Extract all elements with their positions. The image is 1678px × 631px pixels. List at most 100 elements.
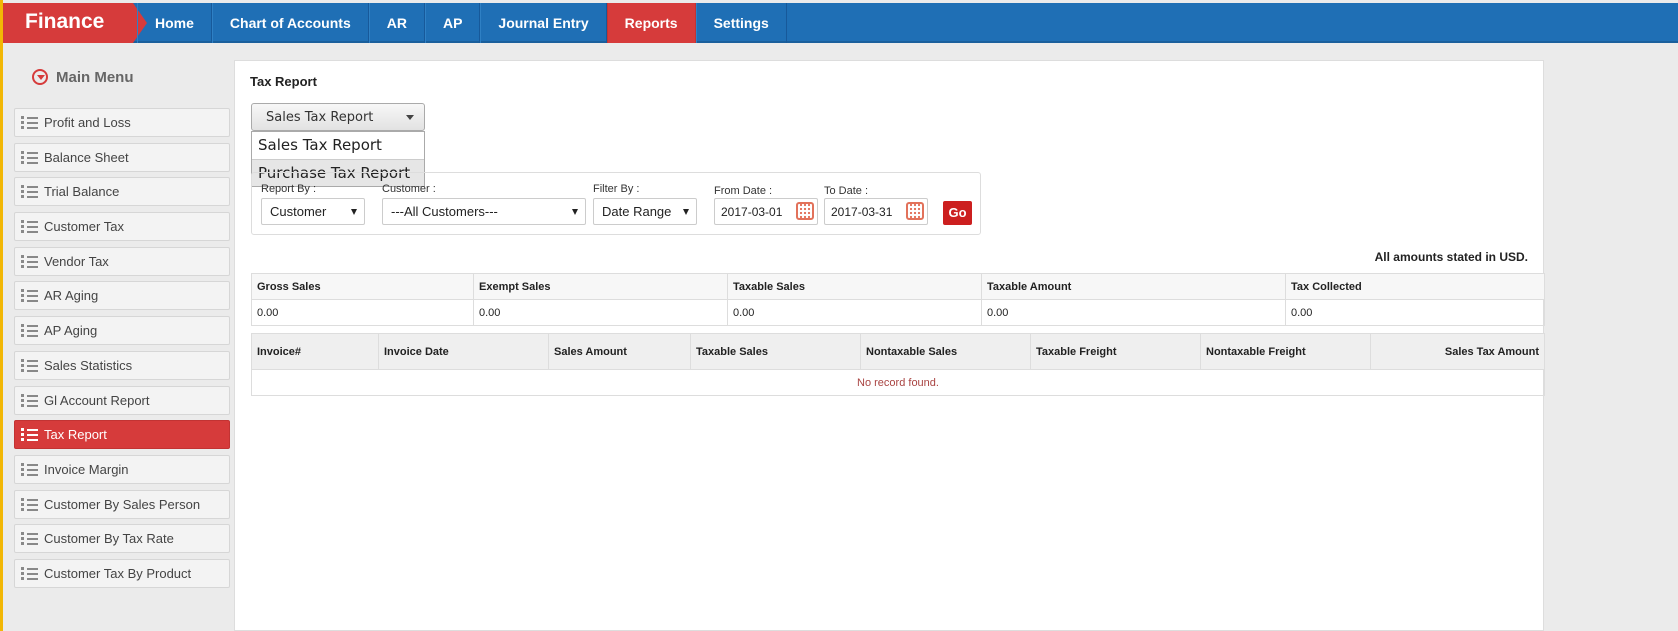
to-date-input[interactable]: 2017-03-31 — [824, 198, 928, 225]
filter-by-label: Filter By : — [593, 183, 640, 195]
nav-ar[interactable]: AR — [368, 3, 425, 43]
summary-value-gross-sales: 0.00 — [251, 299, 474, 326]
from-date-value: 2017-03-01 — [721, 205, 783, 219]
sidebar-item-label: Tax Report — [44, 427, 107, 443]
sidebar-item-label: Customer Tax By Product — [44, 565, 192, 581]
col-sales-tax-amount[interactable]: Sales Tax Amount — [1370, 333, 1545, 370]
sidebar-items: Profit and Loss Balance Sheet Trial Bala… — [14, 108, 230, 588]
sidebar-item-label: Customer Tax — [44, 219, 124, 235]
sidebar-item-ap-aging[interactable]: AP Aging — [14, 316, 230, 346]
col-invoice-number[interactable]: Invoice# — [251, 333, 379, 370]
summary-header-row: Gross Sales Exempt Sales Taxable Sales T… — [251, 273, 1545, 300]
col-invoice-date[interactable]: Invoice Date — [378, 333, 549, 370]
sidebar-item-label: Sales Statistics — [44, 357, 133, 373]
top-navbar: Finance Home Chart of Accounts AR AP Jou… — [3, 3, 1678, 43]
list-icon — [21, 324, 38, 338]
nav-chart-of-accounts[interactable]: Chart of Accounts — [211, 3, 369, 43]
invoice-header-row: Invoice# Invoice Date Sales Amount Taxab… — [251, 333, 1545, 370]
to-date-value: 2017-03-31 — [831, 205, 893, 219]
nav-reports[interactable]: Reports — [606, 3, 696, 43]
currency-note: All amounts stated in USD. — [1374, 250, 1528, 264]
list-icon — [21, 428, 38, 442]
sidebar-item-label: Profit and Loss — [44, 115, 131, 130]
main-nav: Home Chart of Accounts AR AP Journal Ent… — [137, 3, 787, 43]
list-icon — [21, 393, 38, 407]
list-icon — [21, 532, 38, 546]
page-title: Tax Report — [250, 74, 317, 89]
nav-journal-entry[interactable]: Journal Entry — [480, 3, 607, 43]
filter-by-value: Date Range — [602, 204, 672, 219]
main-menu-toggle[interactable]: Main Menu — [14, 62, 230, 92]
calendar-icon[interactable] — [796, 202, 814, 220]
sidebar: Main Menu Profit and Loss Balance Sheet … — [14, 62, 230, 594]
summary-value-tax-collected: 0.00 — [1285, 299, 1545, 326]
list-icon — [21, 185, 38, 199]
sidebar-item-customer-tax-by-product[interactable]: Customer Tax By Product — [14, 558, 230, 588]
calendar-icon[interactable] — [906, 202, 924, 220]
nav-home[interactable]: Home — [137, 3, 212, 43]
sidebar-item-label: AR Aging — [44, 288, 99, 304]
report-type-selected: Sales Tax Report — [266, 110, 374, 125]
summary-header-exempt-sales: Exempt Sales — [473, 273, 728, 300]
sidebar-item-label: Invoice Margin — [44, 461, 129, 477]
report-by-select[interactable]: Customer — [261, 198, 365, 225]
sidebar-item-customer-tax[interactable]: Customer Tax — [14, 212, 230, 242]
summary-header-taxable-sales: Taxable Sales — [727, 273, 982, 300]
from-date-input[interactable]: 2017-03-01 — [714, 198, 818, 225]
report-type-option-sales[interactable]: Sales Tax Report — [252, 132, 424, 159]
invoice-table: Invoice# Invoice Date Sales Amount Taxab… — [251, 333, 1545, 396]
col-taxable-sales[interactable]: Taxable Sales — [690, 333, 861, 370]
sidebar-item-sales-statistics[interactable]: Sales Statistics — [14, 350, 230, 380]
from-date-label: From Date : — [714, 185, 773, 197]
customer-label: Customer : — [382, 183, 436, 195]
sidebar-item-balance-sheet[interactable]: Balance Sheet — [14, 142, 230, 172]
left-edge-strip — [0, 0, 3, 631]
brand-logo[interactable]: Finance — [3, 3, 147, 43]
sidebar-item-label: Customer By Sales Person — [44, 496, 201, 512]
sidebar-item-profit-and-loss[interactable]: Profit and Loss — [14, 108, 230, 137]
report-by-value: Customer — [270, 204, 327, 219]
sidebar-item-label: AP Aging — [44, 323, 98, 339]
caret-down-icon — [683, 209, 689, 215]
summary-table: Gross Sales Exempt Sales Taxable Sales T… — [251, 273, 1545, 326]
col-taxable-freight[interactable]: Taxable Freight — [1030, 333, 1201, 370]
sidebar-item-trial-balance[interactable]: Trial Balance — [14, 177, 230, 207]
list-icon — [21, 462, 38, 476]
report-by-label: Report By : — [261, 183, 317, 195]
report-type-select[interactable]: Sales Tax Report — [251, 103, 425, 131]
list-icon — [21, 150, 38, 164]
sidebar-item-tax-report[interactable]: Tax Report — [14, 420, 230, 450]
list-icon — [21, 254, 38, 268]
sidebar-item-ar-aging[interactable]: AR Aging — [14, 281, 230, 311]
sidebar-item-label: Balance Sheet — [44, 149, 129, 165]
to-date-label: To Date : — [824, 185, 869, 197]
sidebar-item-label: Vendor Tax — [44, 253, 109, 269]
col-nontaxable-sales[interactable]: Nontaxable Sales — [860, 333, 1031, 370]
list-icon — [21, 497, 38, 511]
filter-by-select[interactable]: Date Range — [593, 198, 697, 225]
empty-row: No record found. — [251, 369, 1545, 396]
nav-ap[interactable]: AP — [424, 3, 481, 43]
col-nontaxable-freight[interactable]: Nontaxable Freight — [1200, 333, 1371, 370]
sidebar-item-customer-by-sales-person[interactable]: Customer By Sales Person — [14, 489, 230, 519]
caret-down-icon — [572, 209, 578, 215]
sidebar-item-customer-by-tax-rate[interactable]: Customer By Tax Rate — [14, 524, 230, 554]
sidebar-item-vendor-tax[interactable]: Vendor Tax — [14, 246, 230, 276]
no-record-message: No record found. — [251, 369, 1545, 396]
customer-value: ---All Customers--- — [391, 204, 498, 219]
list-icon — [21, 358, 38, 372]
summary-header-gross-sales: Gross Sales — [251, 273, 474, 300]
list-icon — [21, 116, 38, 129]
customer-select[interactable]: ---All Customers--- — [382, 198, 586, 225]
sidebar-item-gl-account-report[interactable]: Gl Account Report — [14, 385, 230, 415]
go-button[interactable]: Go — [943, 201, 972, 225]
summary-header-tax-collected: Tax Collected — [1285, 273, 1545, 300]
nav-settings[interactable]: Settings — [695, 3, 787, 43]
sidebar-item-label: Trial Balance — [44, 184, 120, 200]
col-sales-amount[interactable]: Sales Amount — [548, 333, 691, 370]
summary-header-taxable-amount: Taxable Amount — [981, 273, 1286, 300]
sidebar-item-invoice-margin[interactable]: Invoice Margin — [14, 454, 230, 484]
summary-value-exempt-sales: 0.00 — [473, 299, 728, 326]
filter-panel: Report By : Customer Customer : ---All C… — [251, 172, 981, 235]
caret-down-icon — [406, 115, 414, 120]
